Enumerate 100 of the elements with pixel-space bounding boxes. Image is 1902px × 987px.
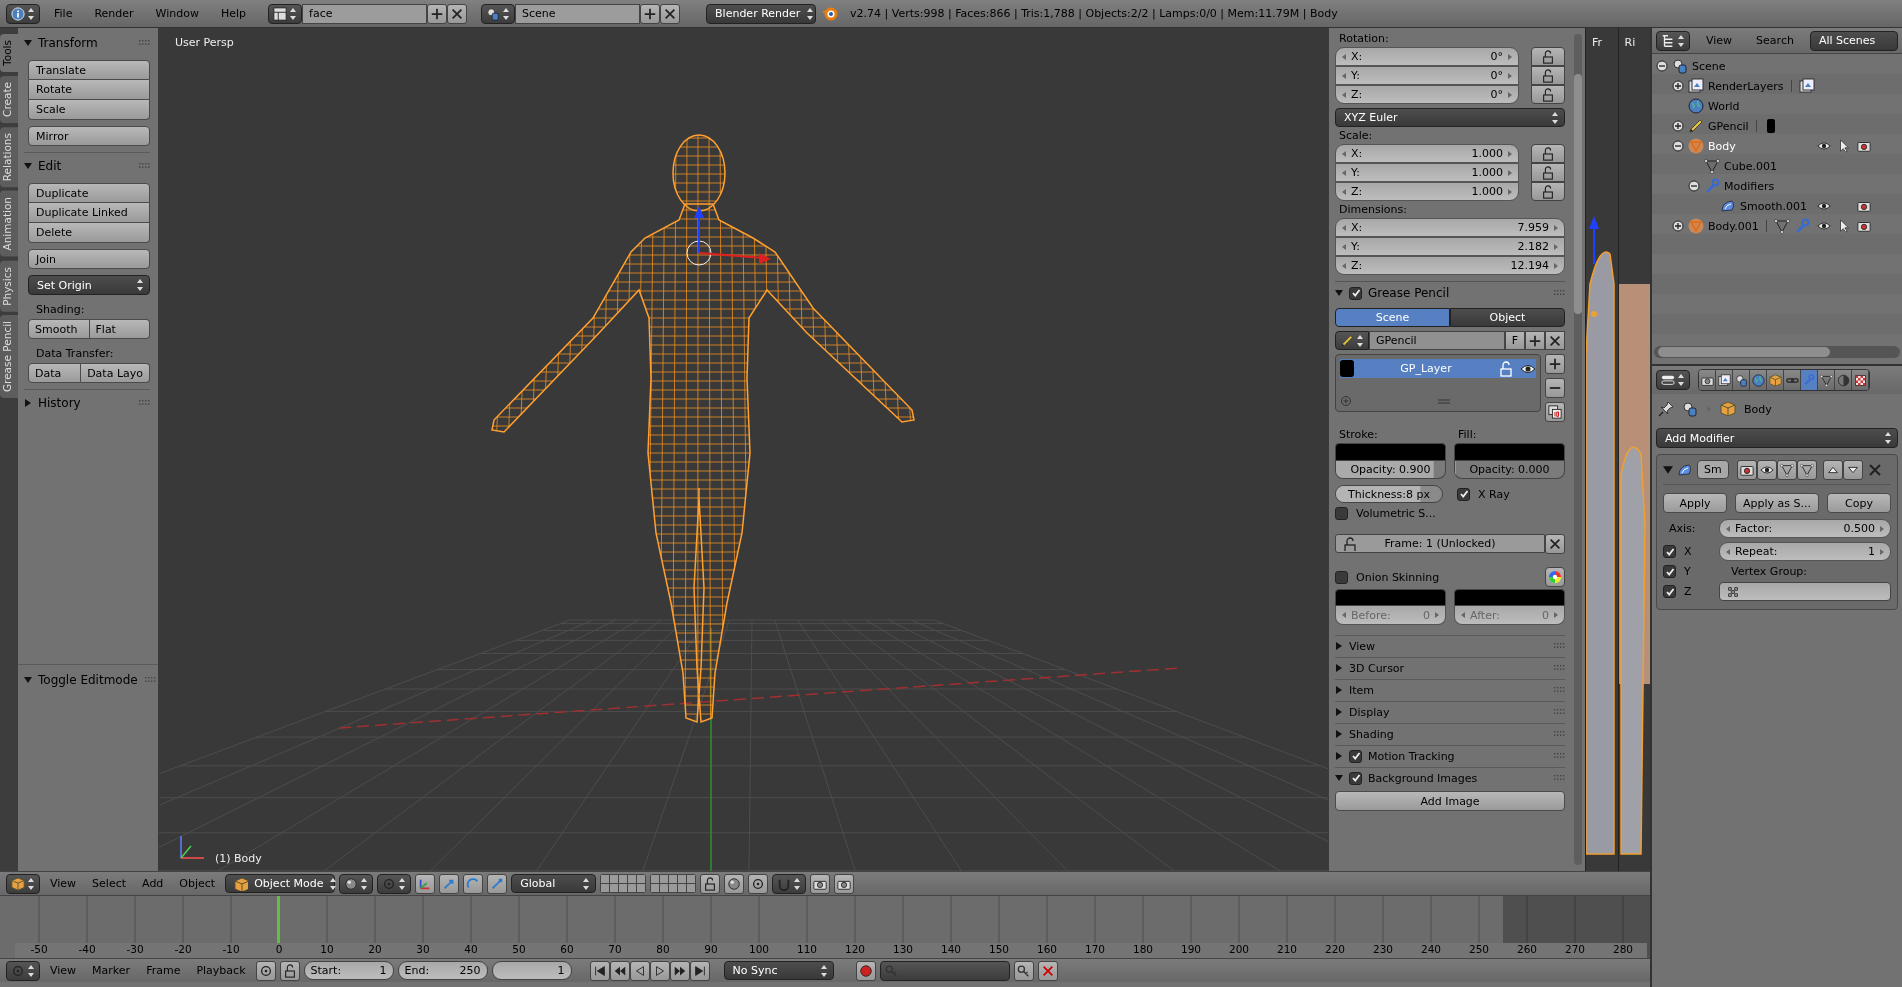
frame-number: 280	[1599, 943, 1647, 958]
rotation-mode-dropdown[interactable]: XYZ Euler	[1335, 108, 1565, 127]
current-frame-field[interactable]: 1	[491, 961, 572, 980]
add-modifier-dropdown[interactable]: Add Modifier	[1656, 428, 1898, 448]
frame-number: -20	[159, 943, 207, 958]
panel-header[interactable]: Grease Pencil	[1335, 282, 1565, 304]
outliner-item[interactable]: Body.001	[1708, 219, 1759, 233]
tool-button[interactable]: Join	[28, 249, 150, 269]
menu-item[interactable]: Select	[86, 875, 133, 892]
menu-item[interactable]: Frame	[140, 962, 187, 979]
tool-button[interactable]: Duplicate Linked	[28, 203, 150, 223]
tool-button[interactable]: Delete	[28, 223, 150, 243]
number-field[interactable]: Z: 12.194	[1335, 256, 1565, 275]
panel-header[interactable]: History	[24, 392, 150, 414]
outliner-item[interactable]: GPencil	[1708, 119, 1749, 133]
menu-item[interactable]: Window	[147, 5, 207, 22]
panel-header[interactable]: Edit	[24, 155, 150, 177]
menu-item[interactable]: Object	[173, 875, 222, 892]
outliner-item[interactable]: RenderLayers	[1708, 79, 1784, 93]
source-tab[interactable]: Scene	[1335, 308, 1450, 327]
datablock-name-field[interactable]: GPencil	[1369, 331, 1505, 350]
tool-tab[interactable]: Physics	[0, 260, 18, 312]
fill-opacity-slider[interactable]: Opacity: 0.000	[1454, 461, 1565, 479]
panel-header[interactable]: View	[1335, 635, 1565, 655]
menu-item[interactable]: File	[46, 5, 81, 22]
frame-field[interactable]: Frame: 1 (Unlocked)	[1335, 534, 1545, 553]
tool-button[interactable]: Data	[28, 363, 82, 383]
panel-header[interactable]: Toggle Editmode	[24, 669, 154, 691]
mode-dropdown[interactable]: Object Mode	[225, 874, 336, 893]
source-tab[interactable]: Object	[1450, 308, 1565, 327]
number-field[interactable]: Z: 1.000	[1335, 182, 1519, 201]
tool-button[interactable]: Scale	[28, 100, 150, 120]
set-origin-dropdown[interactable]: Set Origin	[28, 275, 150, 295]
menu-item[interactable]: Help	[212, 5, 255, 22]
display-mode-dropdown[interactable]: All Scenes	[1809, 30, 1898, 51]
outliner-item[interactable]: Body	[1708, 139, 1736, 153]
panel-header[interactable]: Background Images	[1335, 767, 1565, 787]
menu-item[interactable]: Playback	[190, 962, 252, 979]
panel-header[interactable]: Item	[1335, 679, 1565, 699]
menu-item[interactable]: Search	[1748, 32, 1802, 49]
modifier-button[interactable]: Copy	[1827, 493, 1891, 513]
panel-header[interactable]: Transform	[24, 32, 150, 54]
tool-button[interactable]: Mirror	[28, 126, 150, 146]
number-field[interactable]: Y: 1.000	[1335, 163, 1519, 182]
menu-item[interactable]: Render	[86, 5, 142, 22]
orientation-dropdown[interactable]: Global	[511, 874, 597, 893]
end-frame-field[interactable]: End: 250	[397, 961, 488, 980]
tool-tab[interactable]: Animation	[0, 191, 18, 257]
menu-item[interactable]: View	[44, 962, 83, 979]
tool-button[interactable]: Rotate	[28, 80, 150, 100]
number-field[interactable]: Z: 0°	[1335, 85, 1519, 104]
sync-dropdown[interactable]: No Sync	[723, 961, 834, 980]
modifier-button[interactable]: Apply	[1663, 493, 1727, 513]
outliner-item[interactable]: Scene	[1692, 59, 1726, 73]
outliner-item[interactable]: World	[1708, 99, 1740, 113]
menu-item[interactable]: Marker	[86, 962, 137, 979]
number-field[interactable]: Y: 0°	[1335, 66, 1519, 85]
panel-header[interactable]: 3D Cursor	[1335, 657, 1565, 677]
panel-header[interactable]: Shading	[1335, 723, 1565, 743]
checkbox-label: Y	[1684, 565, 1691, 578]
panel-header[interactable]: Display	[1335, 701, 1565, 721]
number-field[interactable]: X: 0°	[1335, 47, 1519, 66]
tool-tab[interactable]: Grease Pencil	[0, 315, 18, 399]
outliner-item[interactable]: Cube.001	[1724, 159, 1777, 173]
tool-tab[interactable]: Tools	[0, 34, 18, 72]
checkbox-label: Onion Skinning	[1356, 570, 1440, 584]
thickness-slider[interactable]: Thickness:8 px	[1335, 485, 1443, 503]
fake-user-button[interactable]: F	[1505, 331, 1525, 350]
add-image-button[interactable]: Add Image	[1335, 791, 1565, 811]
tool-button[interactable]: Smooth	[28, 319, 90, 339]
tool-button[interactable]: Flat	[89, 319, 150, 339]
modifier-name-field[interactable]: Sm	[1697, 460, 1729, 479]
start-frame-field[interactable]: Start: 1	[303, 961, 394, 980]
tool-tab[interactable]: Create	[0, 75, 18, 123]
render-engine-dropdown[interactable]: Blender Render	[706, 3, 817, 24]
number-field[interactable]: Y: 2.182	[1335, 237, 1565, 256]
frame-number: 240	[1407, 943, 1455, 958]
panel-header[interactable]: Motion Tracking	[1335, 745, 1565, 765]
modifier-button[interactable]: Apply as S...	[1735, 493, 1819, 513]
tool-button[interactable]: Duplicate	[28, 183, 150, 203]
menu-item[interactable]: View	[1698, 32, 1741, 49]
scene-field[interactable]: Scene	[515, 3, 641, 24]
frame-number: 70	[591, 943, 639, 958]
outliner-item[interactable]: Smooth.001	[1740, 199, 1807, 213]
menu-item[interactable]: View	[44, 875, 83, 892]
number-field[interactable]: X: 1.000	[1335, 144, 1519, 163]
frame-number: -40	[63, 943, 111, 958]
layer-row[interactable]: GP_Layer	[1340, 359, 1536, 378]
outliner-item[interactable]: Modifiers	[1724, 179, 1775, 193]
number-field[interactable]: Factor: 0.500	[1719, 519, 1891, 538]
number-field[interactable]: Repeat: 1	[1719, 542, 1891, 561]
frame-number: 180	[1119, 943, 1167, 958]
tool-tab[interactable]: Relations	[0, 126, 18, 187]
tool-button[interactable]: Translate	[28, 60, 150, 80]
stroke-opacity-slider[interactable]: Opacity: 0.900	[1335, 461, 1446, 479]
number-field[interactable]: X: 7.959	[1335, 218, 1565, 237]
menu-item[interactable]: Add	[136, 875, 170, 892]
breadcrumb-label: Body	[1744, 402, 1772, 416]
tool-button[interactable]: Data Layo	[81, 363, 150, 383]
screen-layout-field[interactable]: face	[302, 3, 428, 24]
